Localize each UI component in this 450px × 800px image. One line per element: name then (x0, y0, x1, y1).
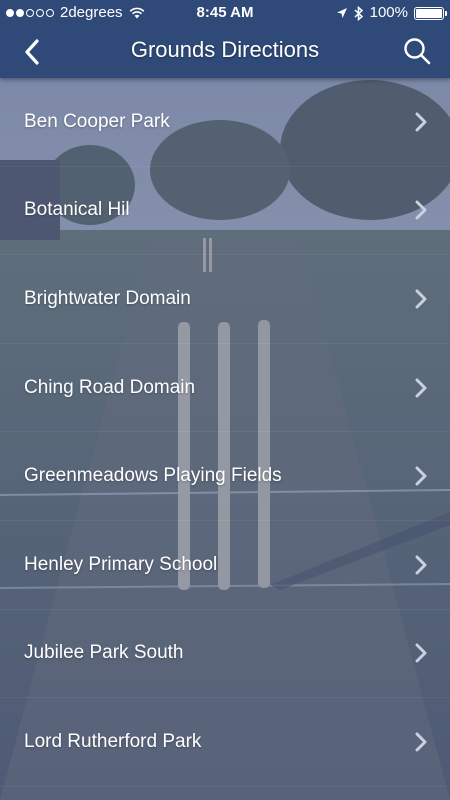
page-title: Grounds Directions (130, 37, 320, 62)
ground-name: Henley Primary School (24, 553, 218, 575)
chevron-right-icon (415, 643, 427, 663)
search-button[interactable] (400, 34, 434, 68)
chevron-right-icon (415, 378, 427, 398)
chevron-right-icon (415, 289, 427, 309)
list-item[interactable]: Botanical Hil (0, 167, 450, 256)
ground-name: Brightwater Domain (24, 287, 191, 309)
list-item[interactable]: Brightwater Domain (0, 255, 450, 344)
ground-name: Botanical Hil (24, 199, 130, 221)
ground-name: Greenmeadows Playing Fields (24, 465, 282, 487)
search-icon (404, 38, 431, 65)
location-arrow-icon (336, 7, 347, 18)
battery-icon (414, 6, 447, 20)
list-item[interactable]: Greenmeadows Playing Fields (0, 432, 450, 521)
list-item[interactable]: Jubilee Park South (0, 610, 450, 699)
chevron-right-icon (415, 555, 427, 575)
ground-name: Ben Cooper Park (24, 110, 170, 132)
list-item[interactable]: Lord Rutherford Park (0, 698, 450, 787)
ground-name: Jubilee Park South (24, 642, 184, 664)
navigation-bar: Grounds Directions (0, 26, 450, 78)
list-item[interactable]: Ching Road Domain (0, 344, 450, 433)
ground-name: Lord Rutherford Park (24, 730, 202, 752)
status-bar: 2degrees 8:45 AM 100% (0, 0, 450, 26)
list-item[interactable]: Ben Cooper Park (0, 78, 450, 167)
chevron-right-icon (415, 200, 427, 220)
chevron-right-icon (415, 732, 427, 752)
grounds-list: Ben Cooper Park Botanical Hil Brightwate… (0, 78, 450, 800)
chevron-right-icon (415, 112, 427, 132)
top-bar: 2degrees 8:45 AM 100% Grounds Directions (0, 0, 450, 78)
list-item[interactable]: Henley Primary School (0, 521, 450, 610)
ground-name: Ching Road Domain (24, 376, 196, 398)
bluetooth-icon (354, 5, 363, 21)
battery-percent: 100% (369, 4, 408, 21)
chevron-right-icon (415, 466, 427, 486)
